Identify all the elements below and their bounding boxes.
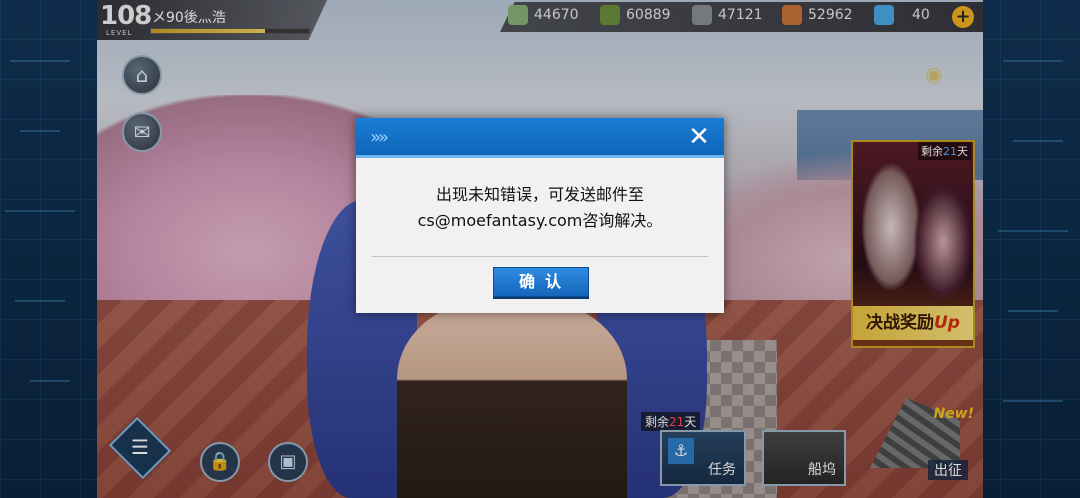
close-icon[interactable]: ✕ [686,124,712,150]
error-dialog: »» ✕ 出现未知错误，可发送邮件至cs@moefantasy.com咨询解决。… [356,118,724,313]
dialog-header: »» ✕ [356,118,724,158]
chevron-right-icon: »» [370,127,389,148]
dialog-message: 出现未知错误，可发送邮件至cs@moefantasy.com咨询解决。 [417,185,663,230]
confirm-button[interactable]: 确认 [493,267,589,297]
dialog-divider [372,256,708,257]
